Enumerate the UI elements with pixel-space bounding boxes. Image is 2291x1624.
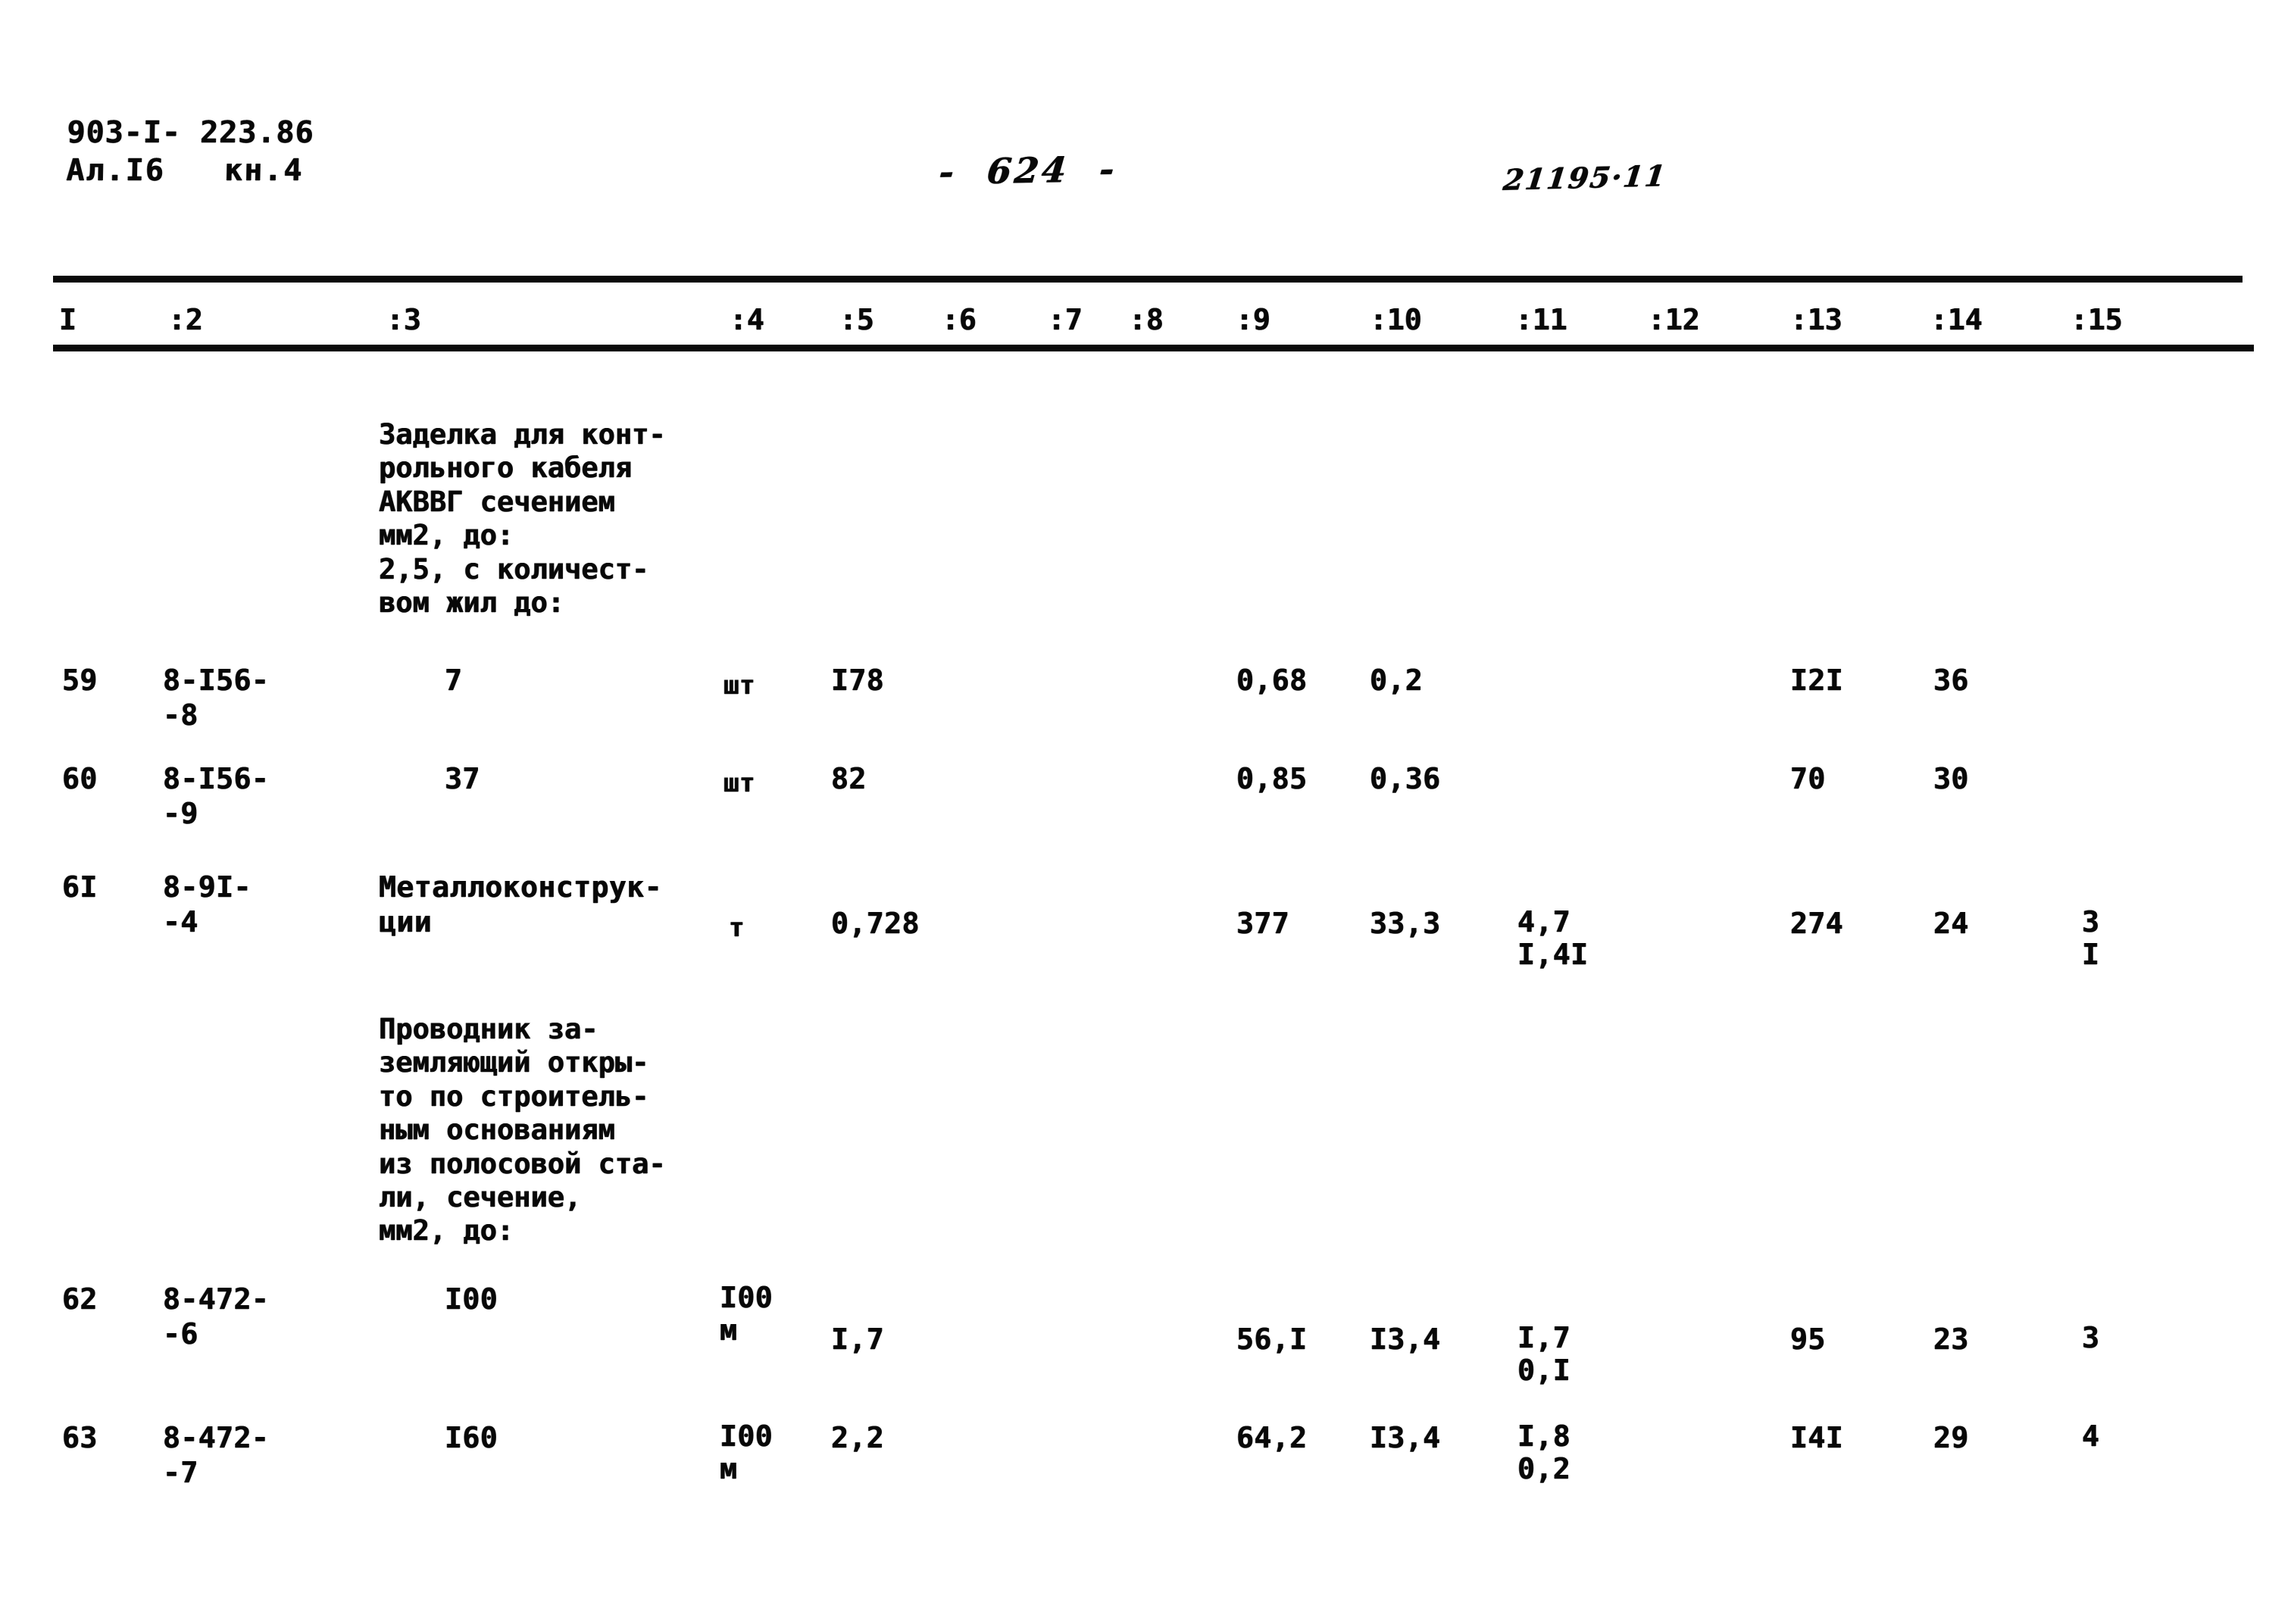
table-row-59-unit: шт [724,670,755,701]
table-row-63-qty: 2,2 [831,1421,885,1454]
table-row-63-col11: I,8 0,2 [1517,1419,1571,1485]
section-title-grounding-conductor: Проводник за- земляющий откры- то по стр… [379,1013,666,1248]
table-row-62-col13: 95 [1790,1323,1826,1356]
column-header-3: :3 [386,303,421,336]
table-row-62-number: 62 [62,1282,98,1316]
column-header-4: :4 [730,303,764,336]
table-row-60-col9: 0,85 [1236,762,1308,795]
table-row-63-name: I60 [445,1421,499,1454]
column-header-15: :15 [2071,303,2123,336]
table-row-62-col11: I,7 0,I [1517,1321,1571,1387]
table-row-62-unit: I00 м [720,1281,774,1347]
table-row-63-col15: 4 [2082,1419,2100,1453]
table-row-61-col13: 274 [1790,907,1844,940]
table-row-63-col10: I3,4 [1370,1421,1441,1454]
table-row-61-qty: 0,728 [831,907,920,940]
document-code-line2: Ал.I6 кн.4 [65,153,304,188]
table-row-62-name: I00 [445,1282,499,1316]
document-code: 903-I- 223.86 Ал.I6 кн.4 [66,114,314,189]
table-row-62-code: 8-472- -6 [163,1282,270,1351]
column-header-10: :10 [1370,303,1422,336]
table-row-61-col15: 3 I [2082,905,2100,971]
table-row-59-col9: 0,68 [1236,664,1308,697]
table-row-61-unit: т [729,913,745,943]
column-header-7: :7 [1048,303,1083,336]
table-row-59-col10: 0,2 [1370,664,1424,697]
stamp-number: 21195·11 [1502,158,1669,197]
table-row-61-col9: 377 [1236,907,1290,940]
column-header-13: :13 [1790,303,1842,336]
column-header-14: :14 [1930,303,1983,336]
section-title-cable-termination: Заделка для конт- рольного кабеля АКВВГ … [379,418,666,619]
table-row-63-col13: I4I [1790,1421,1844,1454]
table-row-59-code: 8-I56- -8 [163,664,270,732]
table-row-60-col10: 0,36 [1370,762,1441,795]
table-row-60-number: 60 [62,762,98,795]
table-row-62-col14: 23 [1933,1323,1969,1356]
document-code-line1: 903-I- 223.86 [67,115,315,150]
table-row-60-code: 8-I56- -9 [163,762,270,831]
table-row-61-col14: 24 [1933,907,1969,940]
table-row-63-col9: 64,2 [1236,1421,1308,1454]
table-row-63-code: 8-472- -7 [163,1421,270,1490]
table-row-61-code: 8-9I- -4 [163,870,252,939]
table-row-60-unit: шт [724,768,755,798]
table-row-61-col10: 33,3 [1370,907,1441,940]
table-rule-top [53,276,2243,283]
table-row-60-col13: 70 [1790,762,1826,795]
table-row-62-qty: I,7 [831,1323,885,1356]
column-header-1: I [59,303,77,336]
table-row-60-name: 37 [445,762,480,795]
table-rule-bottom [53,345,2254,351]
table-row-63-unit: I00 м [720,1419,774,1485]
table-row-59-qty: I78 [831,664,885,697]
column-header-12: :12 [1648,303,1700,336]
table-row-63-number: 63 [62,1421,98,1454]
column-header-9: :9 [1236,303,1271,336]
table-row-59-number: 59 [62,664,98,697]
table-row-60-qty: 82 [831,762,867,795]
table-row-63-col14: 29 [1933,1421,1969,1454]
table-row-59-name: 7 [445,664,463,697]
table-row-61-col11: 4,7 I,4I [1517,905,1589,971]
column-header-8: :8 [1129,303,1164,336]
column-header-2: :2 [168,303,203,336]
table-row-61-number: 6I [62,870,98,904]
table-row-61-name: Металлоконструк- ции [379,870,663,939]
column-header-11: :11 [1515,303,1567,336]
table-row-62-col10: I3,4 [1370,1323,1441,1356]
table-row-59-col14: 36 [1933,664,1969,697]
table-row-62-col15: 3 [2082,1321,2100,1354]
table-row-62-col9: 56,I [1236,1323,1308,1356]
table-row-60-col14: 30 [1933,762,1969,795]
page-number: - 624 - [937,148,1119,193]
column-header-5: :5 [839,303,874,336]
column-header-6: :6 [942,303,977,336]
table-row-59-col13: I2I [1790,664,1844,697]
